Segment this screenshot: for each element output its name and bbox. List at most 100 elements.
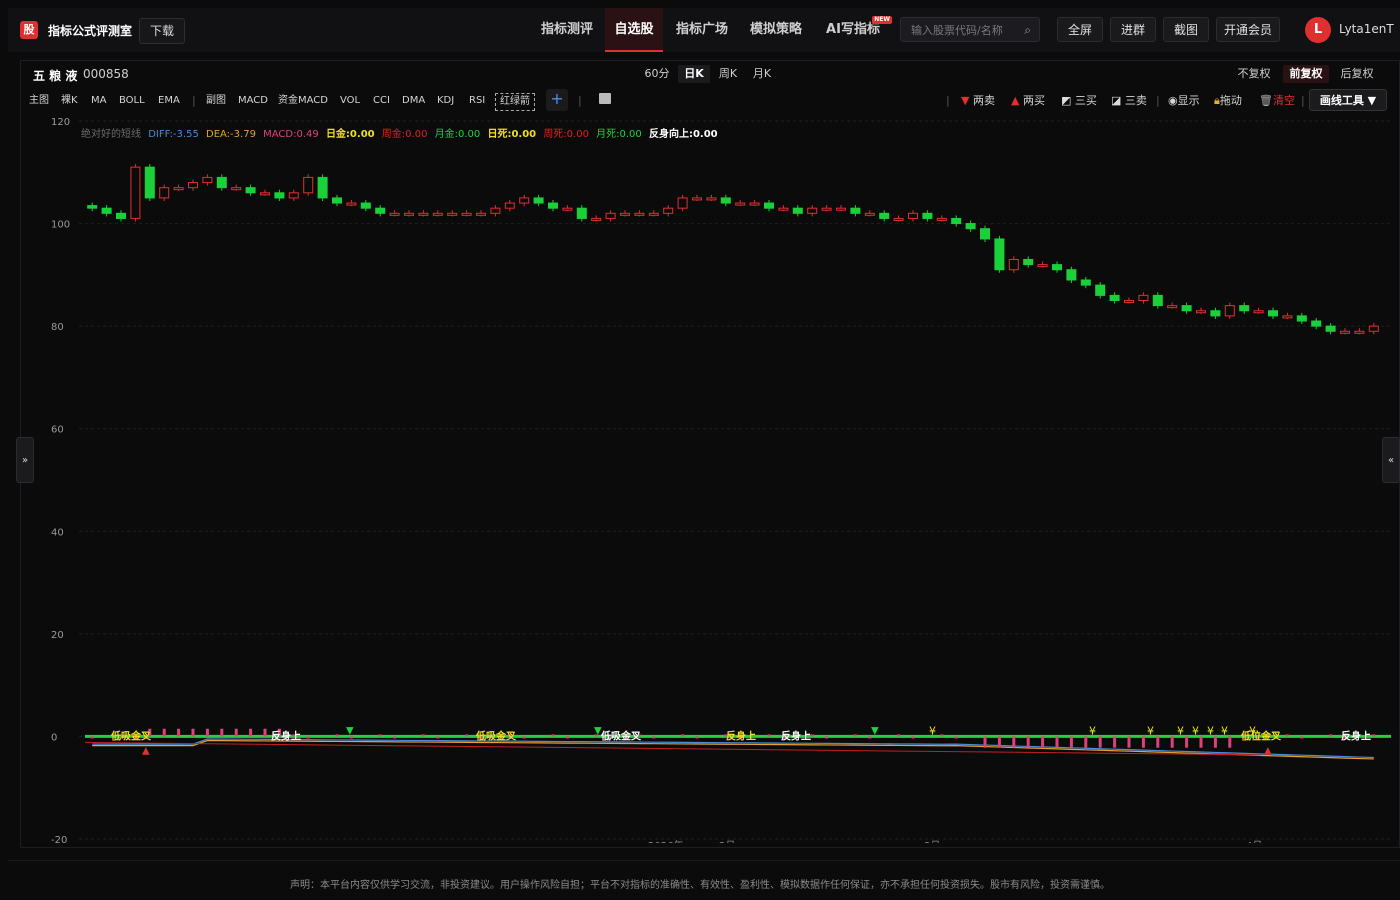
macd-bar: [1285, 734, 1289, 737]
candle-body: [562, 207, 573, 211]
candlestick-chart[interactable]: 120 100 80 60 40 20 0 -20 2026年 2月 3月 4月 低吸金叉 反身上 低吸金…: [21, 113, 1399, 843]
stock-search-input[interactable]: 输入股票代码/名称 ⌕: [900, 17, 1040, 42]
macd-bar: [465, 734, 469, 737]
signal-label: 低吸金叉: [600, 729, 642, 742]
ind-ma[interactable]: MA: [91, 93, 106, 109]
nav-ai-indicator-label: AI写指标: [826, 22, 880, 37]
down-triangle-icon: ▼: [871, 725, 879, 736]
tool-buy2[interactable]: ▲ 两买: [1011, 93, 1045, 109]
candle-body: [1023, 258, 1034, 266]
ind-macd[interactable]: MACD: [238, 93, 268, 109]
period-monthly[interactable]: 月K: [748, 65, 776, 83]
ind-rsi[interactable]: RSI: [469, 93, 485, 109]
candle-body: [504, 202, 515, 209]
ind-main[interactable]: 主图: [29, 93, 49, 109]
tool-buy3[interactable]: ◩ 三买: [1061, 93, 1097, 109]
period-60min[interactable]: 60分: [643, 65, 671, 83]
toolbar-divider: |: [946, 94, 950, 107]
candle-body: [288, 192, 299, 199]
macd-bar: [349, 736, 353, 739]
macd-bar: [940, 734, 944, 737]
y-tick-label: 60: [51, 425, 64, 436]
ind-kdj[interactable]: KDJ: [437, 93, 454, 109]
tool-sell3[interactable]: ◪ 三卖: [1111, 93, 1147, 109]
ind-red-green-arrow[interactable]: 红绿箭: [495, 93, 535, 111]
ind-fund-macd[interactable]: 资金MACD: [278, 93, 328, 109]
candle-body: [663, 207, 674, 214]
left-panel-toggle[interactable]: »: [16, 437, 34, 483]
macd-bar: [954, 736, 958, 739]
period-weekly[interactable]: 周K: [714, 65, 742, 83]
draw-tools-button[interactable]: 画线工具 ▼: [1309, 89, 1387, 111]
tool-drag[interactable]: 🔒︎拖动: [1214, 93, 1242, 109]
macd-bar: [191, 728, 195, 737]
macd-bar: [1055, 736, 1059, 748]
adjust-backward[interactable]: 后复权: [1336, 65, 1378, 83]
search-icon[interactable]: ⌕: [1024, 18, 1031, 43]
tool-show[interactable]: ◉显示: [1168, 93, 1200, 109]
macd-bar: [853, 734, 857, 737]
nav-indicator-square[interactable]: 指标广场: [668, 8, 736, 52]
app-logo[interactable]: 股: [20, 21, 38, 39]
macd-bar: [1012, 736, 1016, 748]
ind-dma[interactable]: DMA: [402, 93, 425, 109]
fullscreen-button[interactable]: 全屏: [1057, 17, 1103, 42]
candle-body: [202, 176, 213, 184]
tool-sell2[interactable]: ▼ 两卖: [961, 93, 995, 109]
candle-body: [216, 176, 227, 189]
ind-sub[interactable]: 副图: [206, 93, 226, 109]
candle-body: [1138, 294, 1149, 302]
period-daily[interactable]: 日K: [678, 65, 710, 83]
ind-boll[interactable]: BOLL: [119, 93, 145, 109]
nav-watchlist[interactable]: 自选股: [605, 8, 663, 52]
download-button[interactable]: 下载: [139, 18, 185, 44]
tool-buy2-label: 两买: [1022, 94, 1045, 107]
add-indicator-button[interactable]: +: [546, 89, 568, 111]
nav-ai-indicator[interactable]: AI写指标 NEW: [818, 8, 892, 52]
avatar[interactable]: L: [1305, 17, 1331, 43]
right-panel-toggle[interactable]: «: [1382, 437, 1400, 483]
ind-ema[interactable]: EMA: [158, 93, 180, 109]
candle-body: [576, 207, 587, 219]
signal-label: 低吸金叉: [475, 729, 517, 742]
macd-bar: [378, 734, 382, 737]
save-icon[interactable]: [599, 93, 611, 104]
candle-body: [749, 202, 760, 206]
screenshot-button[interactable]: 截图: [1163, 17, 1209, 42]
candle-body: [980, 228, 990, 240]
macd-bar: [652, 736, 656, 739]
toolbar-divider: |: [192, 94, 196, 107]
candle-body: [332, 197, 342, 204]
ind-vol[interactable]: VOL: [340, 93, 360, 109]
join-group-button[interactable]: 进群: [1110, 17, 1156, 42]
username[interactable]: Lyta1enT: [1339, 22, 1394, 36]
tool-sell2-label: 两卖: [972, 94, 995, 107]
y-tick-label: 40: [51, 527, 64, 538]
candle-body: [447, 212, 458, 216]
candle-body: [720, 197, 731, 204]
candle-body: [274, 192, 285, 199]
macd-bar: [522, 736, 526, 739]
macd-bar: [306, 736, 310, 739]
candle-body: [159, 187, 170, 199]
tool-show-label: 显示: [1177, 94, 1200, 107]
macd-bar: [1228, 736, 1232, 748]
adjust-forward[interactable]: 前复权: [1283, 65, 1329, 83]
ind-cci[interactable]: CCI: [373, 93, 390, 109]
nav-sim-strategy[interactable]: 模拟策略: [743, 8, 809, 52]
down-triangle-icon: ▼: [594, 725, 602, 736]
candle-body: [144, 166, 155, 199]
candle-body: [648, 212, 659, 216]
ind-naked-k[interactable]: 裸K: [61, 93, 78, 109]
candle-body: [173, 187, 184, 191]
brand-title[interactable]: 指标公式评测室: [48, 22, 132, 39]
macd-bar: [767, 734, 771, 737]
candle-body: [821, 207, 832, 211]
macd-bar: [1300, 736, 1304, 739]
candle-body: [778, 207, 789, 211]
adjust-none[interactable]: 不复权: [1233, 65, 1275, 83]
tool-clear[interactable]: 🗑︎清空: [1259, 93, 1295, 109]
nav-indicator-review[interactable]: 指标测评: [532, 8, 602, 52]
x-tick-label: 2月: [719, 840, 735, 843]
vip-button[interactable]: 开通会员: [1216, 17, 1280, 42]
